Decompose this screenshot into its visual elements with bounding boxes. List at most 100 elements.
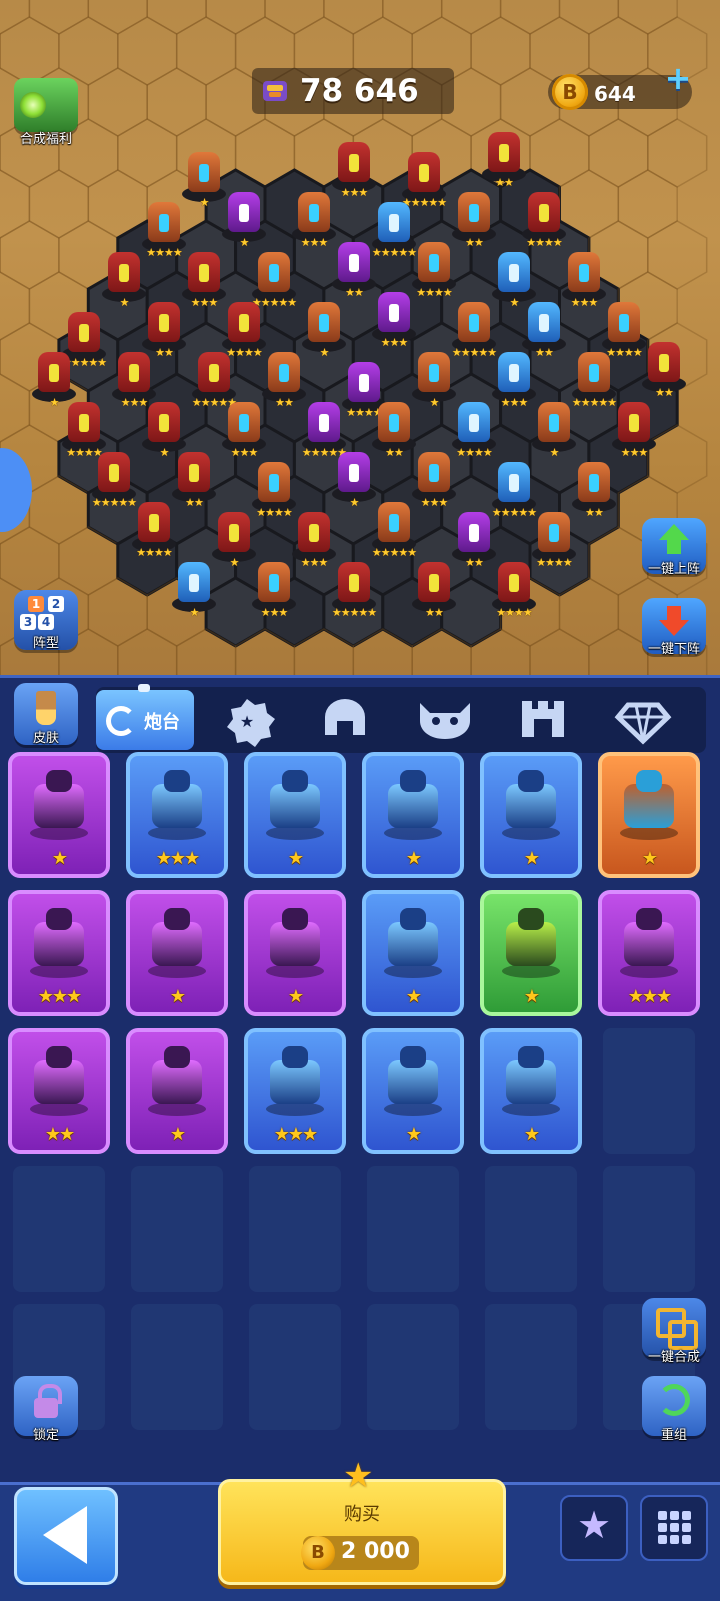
turret-art <box>142 766 212 848</box>
reorganize-button[interactable]: 重组 <box>642 1376 706 1443</box>
favorites-button[interactable]: ★ <box>560 1495 628 1561</box>
inventory-turret-card[interactable]: ★ <box>480 752 582 878</box>
turret-art <box>496 766 566 848</box>
turret-core <box>389 304 399 322</box>
deployed-turret[interactable]: ★★★★★ <box>370 500 418 558</box>
turret-core <box>349 464 359 482</box>
inventory-turret-card[interactable]: ★ <box>362 1028 464 1154</box>
turret-art <box>24 904 94 986</box>
inventory-turret-card[interactable]: ★ <box>480 1028 582 1154</box>
turret-core <box>619 314 629 332</box>
tab-skull[interactable] <box>398 687 492 751</box>
battlefield[interactable]: ★ ★★★ ★★★★★ ★★ ★★★★ ★ ★★★ ★★★★★ ★★ ★★★★ ★ ★★★ ★★★★★ ★… <box>0 0 720 675</box>
turret-art <box>378 1042 448 1124</box>
hex-tile <box>146 0 207 35</box>
inventory-turret-card[interactable]: ★★★ <box>8 890 110 1016</box>
deployed-turret[interactable]: ★ <box>220 190 268 248</box>
tab-gem[interactable] <box>596 687 690 751</box>
buy-price-pill: B 2 000 <box>301 1536 419 1570</box>
inventory-turret-card[interactable]: ★★★ <box>126 752 228 878</box>
turret-core <box>49 364 59 382</box>
inventory-turret-card[interactable]: ★ <box>480 890 582 1016</box>
arrow-up-icon <box>659 524 689 540</box>
card-stars: ★ <box>169 986 186 1007</box>
inventory-turret-card[interactable]: ★★★ <box>598 890 700 1016</box>
deployed-turret[interactable]: ★★★★ <box>490 560 538 618</box>
deployed-turret[interactable]: ★★★ <box>250 560 298 618</box>
inventory-turret-card[interactable]: ★ <box>598 752 700 878</box>
deployed-turret[interactable]: ★★ <box>480 130 528 188</box>
empty-slot[interactable] <box>603 1028 695 1154</box>
deploy-all-button[interactable]: 一键上阵 <box>642 518 706 577</box>
turret-core <box>429 254 439 272</box>
hex-tile <box>117 16 178 86</box>
tab-helmet[interactable] <box>298 687 392 751</box>
inventory-turret-card[interactable]: ★ <box>126 1028 228 1154</box>
turret-art <box>142 904 212 986</box>
back-button[interactable] <box>14 1487 118 1585</box>
grid-icon-cell <box>682 1535 691 1544</box>
hex-tile <box>588 118 649 188</box>
hex-tile <box>470 16 531 86</box>
turret-core <box>429 364 439 382</box>
empty-slot[interactable] <box>603 1166 695 1292</box>
remove-all-button[interactable]: 一键下阵 <box>642 598 706 657</box>
lock-body <box>34 1398 58 1418</box>
tab-turret[interactable]: 炮台 <box>96 684 194 750</box>
empty-slot[interactable] <box>485 1166 577 1292</box>
inventory-turret-card[interactable]: ★ <box>244 890 346 1016</box>
skin-button[interactable]: 皮肤 <box>14 683 78 746</box>
deployed-turret[interactable]: ★★★ <box>370 290 418 348</box>
deployed-turret[interactable]: ★★★★ <box>130 500 178 558</box>
deployed-turret[interactable]: ★★ <box>640 340 688 398</box>
empty-slot[interactable] <box>485 1304 577 1430</box>
empty-slot[interactable] <box>249 1166 341 1292</box>
inventory-turret-card[interactable]: ★ <box>362 752 464 878</box>
turret-core <box>629 414 639 432</box>
turret-stars: ★★ <box>495 176 514 189</box>
lock-button[interactable]: 锁定 <box>14 1376 78 1443</box>
tab-gear[interactable]: ★ <box>200 687 294 751</box>
empty-slot[interactable] <box>131 1304 223 1430</box>
deployed-turret[interactable]: ★★ <box>410 560 458 618</box>
deployed-turret[interactable]: ★ <box>530 400 578 458</box>
hex-tile <box>264 0 325 35</box>
buy-button[interactable]: ★ 购买 B 2 000 <box>218 1456 506 1585</box>
turret-core <box>509 264 519 282</box>
deployed-turret[interactable]: ★★★★ <box>520 190 568 248</box>
inventory-turret-card[interactable]: ★★ <box>8 1028 110 1154</box>
deployed-turret[interactable]: ★★★ <box>610 400 658 458</box>
hex-tile <box>647 118 708 188</box>
turret-core <box>539 314 549 332</box>
merge-welfare-button[interactable]: 合成福利 <box>14 78 78 147</box>
deployed-turret[interactable]: ★★★ <box>220 400 268 458</box>
turret-stars: ★★★★★ <box>371 546 417 559</box>
empty-slot[interactable] <box>249 1304 341 1430</box>
deployed-turret[interactable]: ★★★★★ <box>330 560 378 618</box>
hex-tile <box>617 0 678 35</box>
empty-slot[interactable] <box>13 1166 105 1292</box>
inventory-turret-card[interactable]: ★ <box>8 752 110 878</box>
turret-core <box>389 414 399 432</box>
turret-stars: ★★★★★ <box>331 606 377 619</box>
grid-menu-button[interactable] <box>640 1495 708 1561</box>
inventory-turret-card[interactable]: ★ <box>362 890 464 1016</box>
empty-slot[interactable] <box>131 1166 223 1292</box>
tab-fortress[interactable] <box>496 687 590 751</box>
card-stars: ★ <box>523 986 540 1007</box>
turret-core <box>189 574 199 592</box>
turret-art <box>142 1042 212 1124</box>
formation-label: 阵型 <box>32 636 59 651</box>
merge-all-button[interactable]: 一键合成 <box>642 1298 706 1365</box>
fist-power-icon <box>263 81 287 101</box>
plus-icon[interactable]: + <box>664 62 692 94</box>
turret-core <box>129 364 139 382</box>
empty-slot[interactable] <box>367 1166 459 1292</box>
formation-button[interactable]: 1 2 3 4 阵型 <box>14 590 78 651</box>
inventory-turret-card[interactable]: ★★★ <box>244 1028 346 1154</box>
deployed-turret[interactable]: ★ <box>170 560 218 618</box>
empty-slot[interactable] <box>367 1304 459 1430</box>
inventory-turret-card[interactable]: ★ <box>244 752 346 878</box>
inventory-turret-card[interactable]: ★ <box>126 890 228 1016</box>
turret-core <box>239 314 249 332</box>
